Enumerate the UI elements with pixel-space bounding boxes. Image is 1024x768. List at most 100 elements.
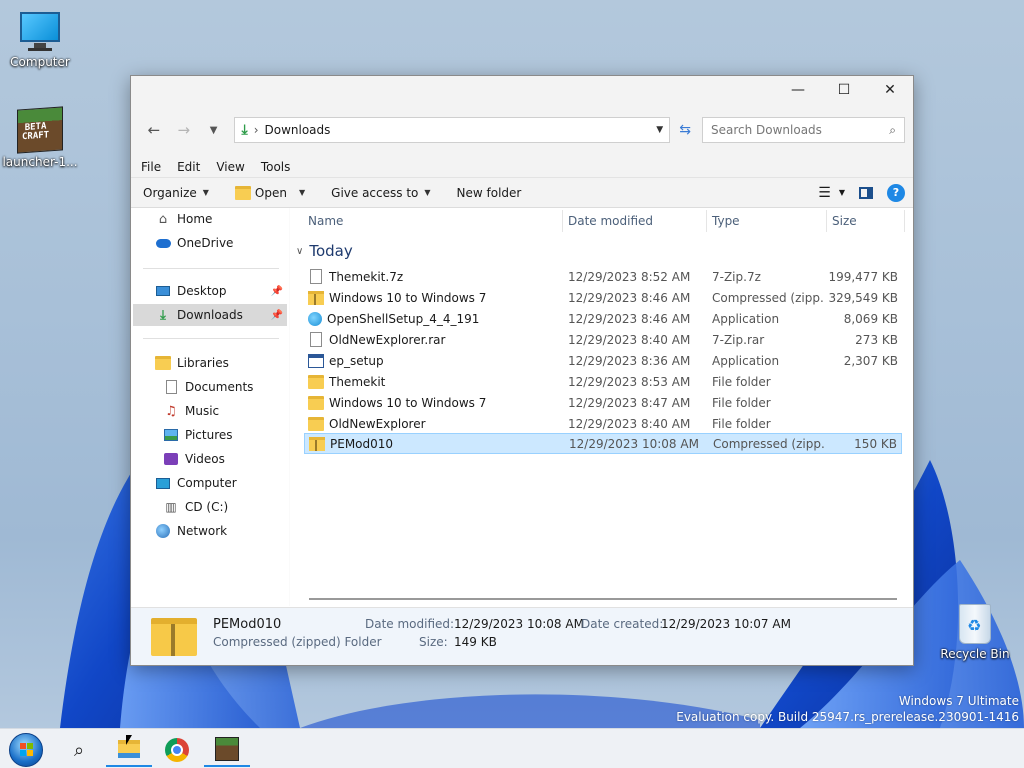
nav-item-desktop[interactable]: Desktop 📌 [133, 280, 287, 302]
pin-icon[interactable]: 📌 [271, 310, 283, 321]
file-row[interactable]: OldNewExplorer 12/29/2023 8:40 AM File f… [304, 413, 902, 434]
maximize-button[interactable]: ☐ [821, 76, 867, 104]
taskbar-chrome[interactable] [154, 733, 200, 767]
file-name: PEMod010 [330, 436, 394, 451]
recent-locations-chevron-icon[interactable]: ▼ [199, 117, 229, 143]
breadcrumb-downloads[interactable]: Downloads [265, 123, 331, 137]
menu-edit[interactable]: Edit [177, 160, 200, 174]
file-row[interactable]: Themekit.7z 12/29/2023 8:52 AM 7-Zip.7z … [304, 266, 902, 287]
nav-label: Documents [185, 380, 254, 394]
file-row[interactable]: ep_setup 12/29/2023 8:36 AM Application … [304, 350, 902, 371]
folder-icon [308, 395, 324, 410]
file-name: OpenShellSetup_4_4_191 [327, 311, 480, 326]
menu-tools[interactable]: Tools [261, 160, 291, 174]
file-row[interactable]: Windows 10 to Windows 7 12/29/2023 8:46 … [304, 287, 902, 308]
column-label: Name [308, 214, 344, 228]
new-folder-button[interactable]: New folder [457, 186, 522, 200]
nav-item-videos[interactable]: Videos [133, 448, 287, 470]
chevron-down-icon: ▼ [202, 188, 209, 197]
file-list: Name Date modified Type Size ∨ Today The… [289, 208, 913, 606]
nav-label: Computer [177, 476, 237, 490]
watermark-build: Evaluation copy. Build 25947.rs_prerelea… [676, 710, 1019, 724]
column-header-size[interactable]: Size [832, 208, 857, 234]
column-header-date[interactable]: Date modified [568, 208, 653, 234]
mouse-cursor-icon [126, 735, 132, 745]
file-row-selected[interactable]: PEMod010 12/29/2023 10:08 AM Compressed … [304, 433, 902, 454]
nav-item-home[interactable]: ⌂ Home [133, 208, 287, 230]
column-label: Size [832, 214, 857, 228]
computer-icon [18, 12, 62, 52]
file-type: Application [712, 311, 780, 326]
column-divider[interactable] [706, 210, 707, 232]
new-folder-label: New folder [456, 185, 522, 200]
desktop-icon [155, 283, 171, 299]
file-row[interactable]: OldNewExplorer.rar 12/29/2023 8:40 AM 7-… [304, 329, 902, 350]
nav-item-downloads[interactable]: ⤓ Downloads 📌 [133, 304, 287, 326]
address-bar[interactable]: ⤓ › Downloads ▼ [234, 117, 671, 143]
file-date: 12/29/2023 8:47 AM [568, 395, 691, 410]
file-size: 2,307 KB [843, 353, 898, 368]
help-icon: ? [887, 183, 905, 202]
address-dropdown-icon[interactable]: ▼ [656, 125, 663, 135]
desktop-icon-launcher[interactable]: BETA CRAFT launcher-1... [0, 106, 80, 169]
nav-label: Network [177, 524, 228, 538]
file-date: 12/29/2023 8:40 AM [568, 332, 691, 347]
view-options-button[interactable]: ☰ ▼ [818, 185, 845, 201]
preview-pane-button[interactable] [859, 186, 873, 199]
file-type: File folder [712, 395, 771, 410]
taskbar-beta-craft[interactable] [204, 733, 250, 767]
nav-item-documents[interactable]: Documents [133, 376, 287, 398]
start-orb-icon [9, 733, 43, 767]
minimize-button[interactable]: — [775, 76, 821, 104]
desktop-icon-label: Recycle Bin [940, 647, 1010, 661]
nav-item-network[interactable]: Network [133, 520, 287, 542]
back-arrow-icon[interactable]: ← [139, 117, 169, 143]
organize-button[interactable]: Organize ▼ [143, 186, 209, 200]
taskbar-search-button[interactable]: ⌕ [56, 733, 102, 767]
file-row[interactable]: Themekit 12/29/2023 8:53 AM File folder [304, 371, 902, 392]
taskbar: ⌕ [0, 728, 1024, 768]
file-row[interactable]: OpenShellSetup_4_4_191 12/29/2023 8:46 A… [304, 308, 902, 329]
drive-icon: ▥ [165, 500, 177, 514]
column-divider[interactable] [562, 210, 563, 232]
file-type: 7-Zip.rar [712, 332, 765, 347]
start-button[interactable] [4, 733, 48, 767]
nav-item-music[interactable]: ♫ Music [133, 400, 287, 422]
file-name: Themekit [329, 374, 386, 389]
group-header-today[interactable]: ∨ Today [296, 242, 353, 260]
list-view-icon: ☰ [818, 184, 831, 201]
file-type: File folder [712, 416, 771, 431]
search-input[interactable]: Search Downloads ⌕ [701, 117, 905, 143]
desktop-icon-recycle-bin[interactable]: ♻ Recycle Bin [935, 600, 1015, 661]
computer-icon [155, 475, 171, 491]
menu-view[interactable]: View [216, 160, 244, 174]
column-divider[interactable] [826, 210, 827, 232]
column-divider[interactable] [904, 210, 905, 232]
file-row[interactable]: Windows 10 to Windows 7 12/29/2023 8:47 … [304, 392, 902, 413]
forward-arrow-icon[interactable]: → [169, 117, 199, 143]
nav-label: Desktop [177, 284, 227, 298]
music-icon: ♫ [165, 403, 177, 419]
nav-item-onedrive[interactable]: OneDrive [133, 232, 287, 254]
desktop-icon-computer[interactable]: Computer [0, 12, 80, 69]
chevron-down-icon: ∨ [296, 245, 304, 257]
help-button[interactable]: ? [887, 183, 905, 202]
file-date: 12/29/2023 8:46 AM [568, 311, 691, 326]
column-header-type[interactable]: Type [712, 208, 740, 234]
column-label: Type [712, 214, 740, 228]
title-bar[interactable]: — ☐ ✕ [131, 76, 913, 104]
give-access-button[interactable]: Give access to ▼ [331, 186, 430, 200]
nav-item-libraries[interactable]: Libraries [133, 352, 287, 374]
videos-icon [163, 451, 179, 467]
refresh-icon[interactable]: ⇆ [670, 117, 700, 143]
file-name: Windows 10 to Windows 7 [329, 395, 487, 410]
close-button[interactable]: ✕ [867, 76, 913, 104]
nav-item-pictures[interactable]: Pictures [133, 424, 287, 446]
menu-file[interactable]: File [141, 160, 161, 174]
column-header-name[interactable]: Name [308, 208, 343, 234]
nav-item-cd-drive[interactable]: ▥ CD (C:) [133, 496, 287, 518]
open-button[interactable]: Open ▼ [234, 185, 305, 200]
horizontal-scrollbar[interactable] [309, 598, 897, 600]
nav-item-computer[interactable]: Computer [133, 472, 287, 494]
pin-icon[interactable]: 📌 [271, 286, 283, 297]
